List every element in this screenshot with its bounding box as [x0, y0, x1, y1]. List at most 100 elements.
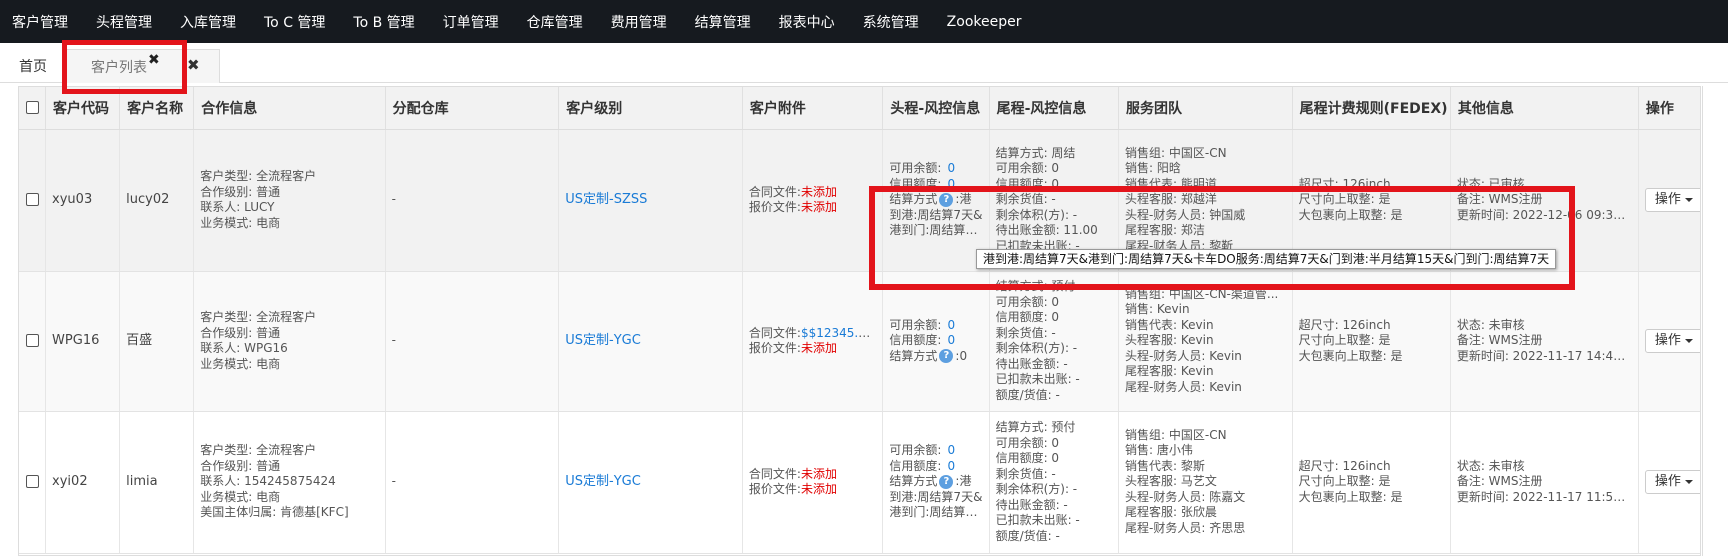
settlement-label: 结算方式	[889, 348, 938, 363]
nav-item-6[interactable]: 仓库管理	[518, 12, 592, 32]
cell-line: 备注: WMS注册	[1456, 192, 1543, 207]
select-all-checkbox[interactable]	[25, 101, 39, 115]
cell-line: 业务模式: 电商	[200, 489, 281, 504]
column-header: 其他信息	[1450, 87, 1639, 130]
row-checkbox[interactable]	[25, 475, 39, 489]
cell-line: 联系人: 154245875424	[200, 474, 336, 489]
contract-file-label: 合同文件:	[748, 184, 801, 199]
settlement-tooltip: 港到港:周结算7天&港到门:周结算7天&卡车DO服务:周结算7天&门到港:半月结…	[976, 249, 1557, 269]
cell-line: 尾程-财务人员: Kevin	[1125, 379, 1242, 394]
nav-item-9[interactable]: 报表中心	[770, 12, 844, 32]
cell-line: 头程-财务人员: 陈嘉文	[1125, 489, 1246, 504]
cell-line: 状态: 未审核	[1456, 317, 1525, 332]
nav-item-5[interactable]: 订单管理	[434, 12, 508, 32]
column-header: 客户级别	[558, 87, 743, 130]
nav-item-3[interactable]: To C 管理	[255, 12, 334, 32]
service-team-cell: 销售组: 中国区-CN 销售: 唐小伟 销售代表: 黎斯 头程客服: 马艺文 头程-财务…	[1118, 411, 1293, 554]
quote-file-label: 报价文件:	[748, 482, 801, 496]
help-question-icon[interactable]: ?	[939, 192, 954, 207]
cell-line: 业务模式: 电商	[200, 215, 281, 230]
credit-limit-value: 0	[947, 176, 956, 191]
tail-risk-cell: 结算方式: 预付 可用余额: 0 信用额度: 0 剩余货值: - 剩余体积(方): -待…	[989, 411, 1120, 554]
cell-line: 头程-财务人员: Kevin	[1125, 348, 1242, 363]
column-header: 客户名称	[119, 87, 195, 130]
settlement-line: 结算方式?:港	[889, 192, 982, 208]
table-right-edge	[1702, 86, 1728, 556]
help-question-icon[interactable]: ?	[939, 349, 954, 364]
head-risk-cell: 可用余额: 0 信用额度: 0 结算方式?:港 到港:周结算7天& 港到门:周结算7...	[882, 129, 990, 272]
warehouse-cell: -	[385, 129, 560, 272]
caret-down-icon	[1684, 338, 1693, 343]
cell-line: 结算方式: 周结	[995, 145, 1076, 160]
credit-limit-label: 信用额度:	[889, 176, 942, 191]
service-team-cell: 销售组: 中国区-CN-渠道管... 销售: Kevin 销售代表: Kevin 头程…	[1118, 271, 1293, 412]
nav-item-4[interactable]: To B 管理	[344, 12, 423, 32]
available-balance-line: 可用余额: 0	[889, 443, 982, 459]
customer-name: lucy02	[119, 129, 195, 272]
cell-line: 尾程客服: Kevin	[1125, 364, 1214, 379]
cell-line: 更新时间: 2022-11-17 14:43:39	[1456, 348, 1632, 363]
nav-item-7[interactable]: 费用管理	[602, 12, 676, 32]
cell-line: 尺寸向上取整: 是	[1298, 333, 1391, 348]
nav-item-2[interactable]: 入库管理	[171, 12, 245, 32]
contract-file-value: 未添加	[800, 184, 837, 199]
tab-customer-list-label: 客户列表	[91, 59, 147, 76]
contract-file-line: 合同文件:未添加	[749, 467, 876, 483]
cell-line: 客户类型: 全流程客户	[200, 443, 317, 458]
available-balance-value: 0	[947, 443, 956, 458]
head-risk-cell: 可用余额: 0 信用额度: 0 结算方式?:0	[882, 271, 990, 412]
cell-line: 超尺寸: 126inch	[1298, 458, 1391, 473]
column-header: 头程-风控信息	[882, 87, 990, 130]
operations-dropdown-button[interactable]: 操作	[1644, 470, 1700, 494]
cell-line: 更新时间: 2022-11-17 11:55:18	[1456, 489, 1632, 504]
customer-level-link[interactable]: US定制-YGC	[565, 474, 641, 489]
row-checkbox[interactable]	[25, 193, 39, 207]
tab-home[interactable]: 首页	[0, 49, 66, 83]
row-select-cell	[19, 129, 47, 272]
customer-table: 客户代码 客户名称 合作信息 分配仓库 客户级别 客户附件 头程-风控信息 尾程-风控信息 服务…	[19, 87, 1700, 554]
credit-limit-value: 0	[947, 458, 956, 473]
tab-close-icon[interactable]: ✖	[148, 52, 160, 68]
customer-name: 百盛	[119, 271, 195, 412]
fedex-rule-cell: 超尺寸: 126inch 尺寸向上取整: 是大包裹向上取整: 是	[1292, 271, 1451, 412]
operations-cell: 操作	[1638, 411, 1700, 554]
operations-dropdown-button[interactable]: 操作	[1644, 188, 1700, 212]
nav-item-1[interactable]: 头程管理	[87, 12, 161, 32]
available-balance-line: 可用余额: 0	[889, 161, 982, 177]
help-question-icon[interactable]: ?	[939, 474, 954, 489]
cell-line: 头程客服: Kevin	[1125, 333, 1214, 348]
settlement-line: 结算方式?:港	[889, 474, 982, 490]
credit-limit-line: 信用额度: 0	[889, 177, 982, 193]
row-checkbox[interactable]	[25, 334, 39, 348]
cell-line: 港到门:周结算7...	[889, 505, 983, 520]
column-header: 分配仓库	[385, 87, 560, 130]
available-balance-label: 可用余额:	[889, 443, 942, 458]
table-row: WPG16 百盛 客户类型: 全流程客户 合作级别: 普通 联系人: WPG16 业务模式…	[19, 271, 1700, 412]
nav-item-11[interactable]: Zookeeper	[938, 14, 1031, 30]
quote-file-line: 报价文件:未添加	[749, 482, 876, 498]
cell-line: 剩余货值: -	[995, 466, 1056, 481]
cell-line: 尺寸向上取整: 是	[1298, 192, 1391, 207]
customer-level-link[interactable]: US定制-YGC	[565, 333, 641, 348]
settlement-label: 结算方式	[889, 192, 938, 207]
nav-item-10[interactable]: 系统管理	[854, 12, 928, 32]
quote-file-line: 报价文件:未添加	[749, 200, 876, 216]
contract-file-value: 未添加	[800, 466, 837, 481]
nav-item-0[interactable]: 客户管理	[3, 12, 77, 32]
cell-line: 信用额度: 0	[995, 451, 1060, 465]
cell-line: 销售: Kevin	[1125, 302, 1190, 317]
cell-line: 合作级别: 普通	[200, 325, 281, 340]
cell-line: 客户类型: 全流程客户	[200, 169, 317, 183]
cell-line: 备注: WMS注册	[1456, 474, 1543, 489]
coop-info-cell: 客户类型: 全流程客户 合作级别: 普通 联系人: WPG16 业务模式: 电商	[193, 271, 386, 412]
settlement-label: 结算方式	[889, 474, 938, 489]
quote-file-label: 报价文件:	[748, 341, 801, 355]
contract-file-value[interactable]: $$12345.png	[801, 326, 876, 340]
close-all-tabs-icon[interactable]: ✖	[187, 56, 200, 74]
cell-line: 合作级别: 普通	[200, 458, 281, 473]
nav-item-8[interactable]: 结算管理	[686, 12, 760, 32]
operations-dropdown-button[interactable]: 操作	[1644, 329, 1700, 353]
cell-line: 合作级别: 普通	[200, 184, 281, 199]
contract-file-label: 合同文件:	[748, 325, 801, 340]
customer-level-link[interactable]: US定制-SZSS	[565, 192, 647, 207]
